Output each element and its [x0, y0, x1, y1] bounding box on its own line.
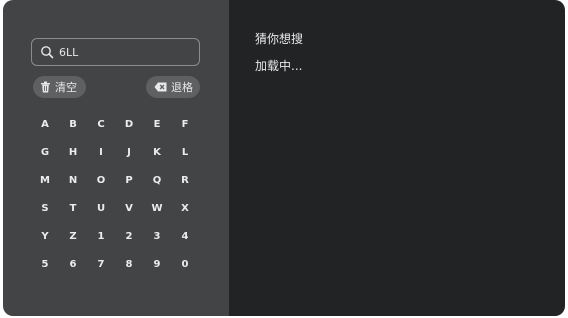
key-v[interactable]: V	[115, 194, 143, 222]
search-icon	[40, 45, 54, 59]
keyboard-grid: ABCDEF GHIJKL MNOPQR STUVWX YZ1234 567890	[31, 110, 199, 278]
key-3[interactable]: 3	[143, 222, 171, 250]
key-f[interactable]: F	[171, 110, 199, 138]
key-b[interactable]: B	[59, 110, 87, 138]
trash-icon	[40, 81, 51, 93]
key-s[interactable]: S	[31, 194, 59, 222]
key-o[interactable]: O	[87, 166, 115, 194]
search-panel: 清空 退格 ABCDEF GHIJKL MNOPQR STUVWX YZ1234 5678…	[3, 0, 565, 316]
key-2[interactable]: 2	[115, 222, 143, 250]
key-5[interactable]: 5	[31, 250, 59, 278]
backspace-icon	[154, 82, 167, 92]
loading-status: 加载中...	[255, 59, 303, 73]
key-d[interactable]: D	[115, 110, 143, 138]
key-t[interactable]: T	[59, 194, 87, 222]
key-c[interactable]: C	[87, 110, 115, 138]
clear-button[interactable]: 清空	[33, 76, 86, 98]
key-k[interactable]: K	[143, 138, 171, 166]
search-input[interactable]	[59, 45, 189, 59]
search-field[interactable]	[31, 38, 200, 66]
suggestions-panel: 猜你想搜 加载中...	[229, 0, 565, 316]
clear-label: 清空	[55, 81, 77, 94]
key-q[interactable]: Q	[143, 166, 171, 194]
key-8[interactable]: 8	[115, 250, 143, 278]
key-r[interactable]: R	[171, 166, 199, 194]
key-i[interactable]: I	[87, 138, 115, 166]
key-u[interactable]: U	[87, 194, 115, 222]
key-m[interactable]: M	[31, 166, 59, 194]
key-y[interactable]: Y	[31, 222, 59, 250]
key-n[interactable]: N	[59, 166, 87, 194]
key-0[interactable]: 0	[171, 250, 199, 278]
key-g[interactable]: G	[31, 138, 59, 166]
key-7[interactable]: 7	[87, 250, 115, 278]
key-6[interactable]: 6	[59, 250, 87, 278]
key-a[interactable]: A	[31, 110, 59, 138]
key-w[interactable]: W	[143, 194, 171, 222]
key-x[interactable]: X	[171, 194, 199, 222]
key-9[interactable]: 9	[143, 250, 171, 278]
key-z[interactable]: Z	[59, 222, 87, 250]
key-j[interactable]: J	[115, 138, 143, 166]
backspace-button[interactable]: 退格	[146, 76, 200, 98]
key-l[interactable]: L	[171, 138, 199, 166]
suggestions-title: 猜你想搜	[255, 32, 304, 46]
key-4[interactable]: 4	[171, 222, 199, 250]
key-h[interactable]: H	[59, 138, 87, 166]
backspace-label: 退格	[171, 81, 193, 94]
key-1[interactable]: 1	[87, 222, 115, 250]
key-p[interactable]: P	[115, 166, 143, 194]
keyboard-panel: 清空 退格 ABCDEF GHIJKL MNOPQR STUVWX YZ1234 5678…	[3, 0, 229, 316]
key-e[interactable]: E	[143, 110, 171, 138]
